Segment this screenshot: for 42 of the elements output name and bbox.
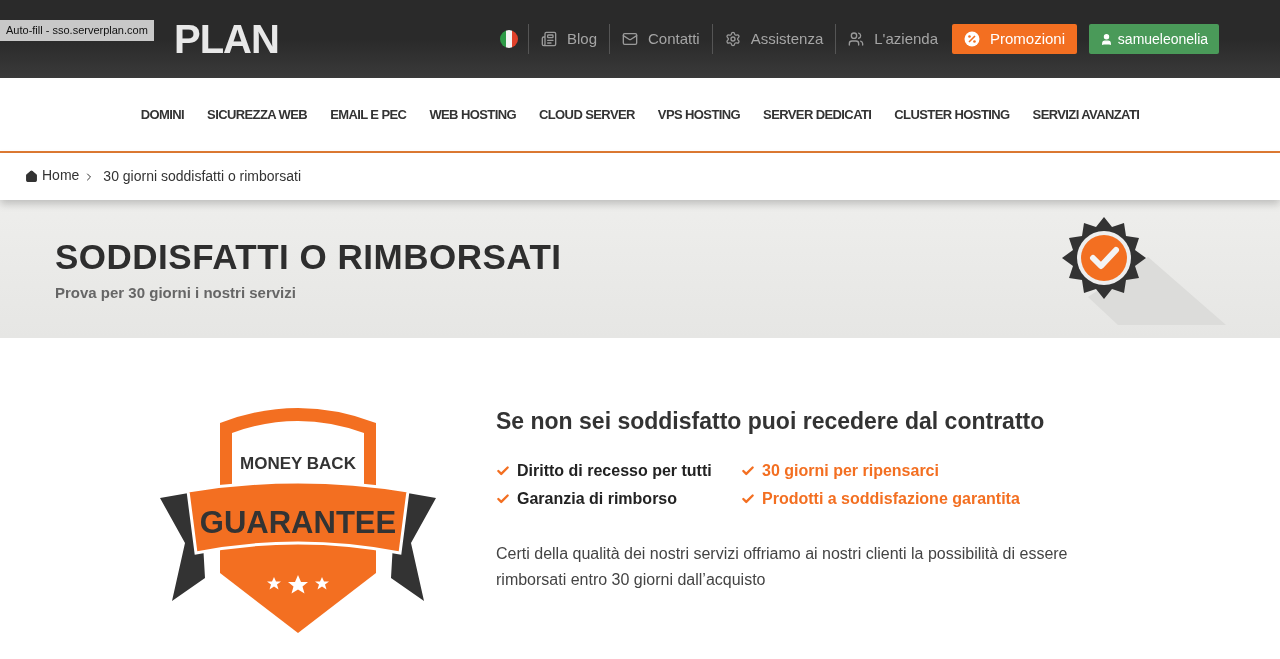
flag-icon[interactable] xyxy=(499,30,518,48)
newspaper-icon xyxy=(540,31,557,47)
nav-item[interactable]: CLOUD SERVER xyxy=(538,104,635,125)
breadcrumb-link[interactable]: Home xyxy=(42,164,80,186)
check-icon xyxy=(741,463,755,478)
nav-item[interactable]: SERVER DEDICATI xyxy=(763,104,872,125)
user-icon xyxy=(1099,32,1113,46)
page-title: SODDISFATTI O RIMBORSATI xyxy=(55,239,562,275)
star-icon xyxy=(315,577,329,590)
feature-text: Prodotti a soddisfazione garantita xyxy=(762,488,1020,509)
nav-item[interactable]: DOMINI xyxy=(140,104,185,125)
badge-ribbon-text: GUARANTEE xyxy=(199,505,397,540)
top-link[interactable]: L'azienda xyxy=(836,24,950,54)
feature-text: Garanzia di rimborso xyxy=(517,488,678,509)
nav-item[interactable]: EMAIL E PEC xyxy=(330,104,407,125)
nav-item[interactable]: VPS HOSTING xyxy=(657,104,741,125)
check-icon xyxy=(496,491,510,506)
users-icon xyxy=(848,31,865,47)
autofill-tooltip: Auto-fill - sso.serverplan.com xyxy=(0,20,154,41)
check-icon xyxy=(741,491,755,506)
badge-top-text: MONEY BACK xyxy=(240,454,356,473)
percent-icon xyxy=(964,31,980,47)
breadcrumb-current: 30 giorni soddisfatti o rimborsati xyxy=(103,167,301,186)
page-subtitle: Prova per 30 giorni i nostri servizi xyxy=(55,283,297,304)
settings-icon xyxy=(724,31,741,47)
feature-text: 30 giorni per ripensarci xyxy=(762,460,939,481)
nav-item[interactable]: WEB HOSTING xyxy=(429,104,516,125)
check-icon xyxy=(496,463,510,478)
star-icon xyxy=(288,575,308,594)
content-heading: Se non sei soddisfatto puoi recedere dal contratto xyxy=(496,407,1046,436)
nav-item[interactable]: SICUREZZA WEB xyxy=(207,104,308,125)
feature-text: Diritto di recesso per tutti xyxy=(517,460,712,481)
logo[interactable]: PLAN xyxy=(174,19,279,59)
star-icon xyxy=(267,577,281,590)
mail-icon xyxy=(622,31,638,47)
nav-item[interactable]: CLUSTER HOSTING xyxy=(894,104,1010,125)
top-link[interactable]: Blog xyxy=(528,24,610,54)
content-text: Certi della qualità dei nostri servizi offriamo ai nostri clienti la possibilità di essere rimborsati entro 30 giorni dall’acquisto xyxy=(496,543,1069,590)
top-link[interactable]: Contatti xyxy=(610,24,713,54)
top-link[interactable]: Assistenza xyxy=(712,24,837,54)
nav-item[interactable]: SERVIZI AVANZATI xyxy=(1032,104,1140,125)
home-icon xyxy=(25,170,38,183)
